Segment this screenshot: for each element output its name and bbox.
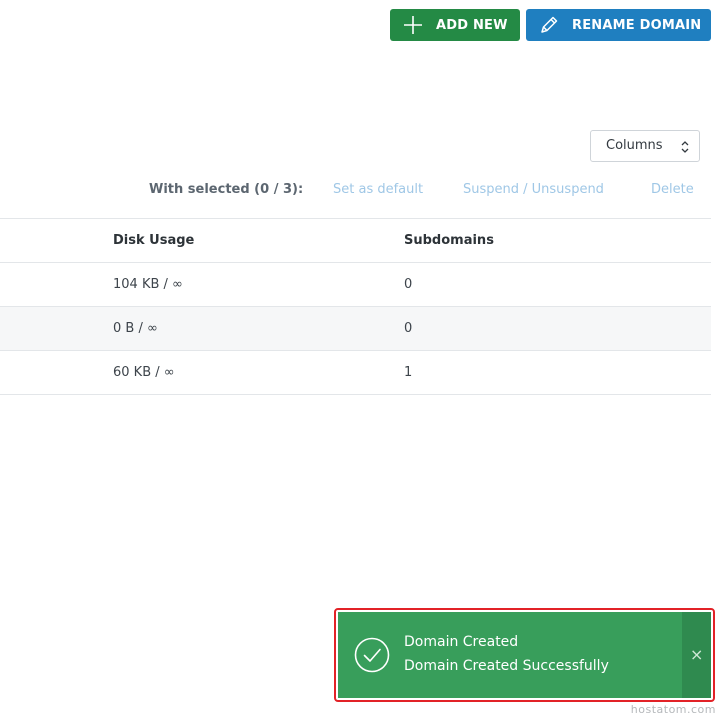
table-row[interactable]: 104 KB / ∞ 0 — [0, 263, 711, 307]
columns-select[interactable]: Columns — [590, 130, 700, 162]
add-new-label: ADD NEW — [436, 17, 508, 33]
toast-close-button[interactable]: × — [682, 612, 711, 698]
table-row[interactable]: 0 B / ∞ 0 — [0, 307, 711, 351]
page: ADD NEW RENAME DOMAIN Columns With selec… — [0, 0, 720, 719]
rename-domain-label: RENAME DOMAIN — [572, 17, 702, 33]
subdomains-cell: 1 — [404, 365, 413, 380]
subdomains-cell: 0 — [404, 321, 413, 336]
disk-usage-cell: 104 KB / ∞ — [113, 277, 183, 292]
table-row[interactable]: 60 KB / ∞ 1 — [0, 351, 711, 395]
watermark: hostatom.com — [630, 703, 716, 716]
disk-usage-cell: 0 B / ∞ — [113, 321, 158, 336]
column-header-subdomains[interactable]: Subdomains — [404, 233, 494, 248]
add-new-button[interactable]: ADD NEW — [390, 9, 520, 41]
columns-select-label: Columns — [606, 138, 663, 153]
rename-domain-button[interactable]: RENAME DOMAIN — [526, 9, 711, 41]
set-default-link[interactable]: Set as default — [333, 182, 423, 197]
domains-table: Disk Usage Subdomains 104 KB / ∞ 0 0 B /… — [0, 218, 711, 395]
updown-chevron-icon — [681, 141, 689, 153]
disk-usage-cell: 60 KB / ∞ — [113, 365, 175, 380]
check-circle-icon — [354, 637, 390, 673]
subdomains-cell: 0 — [404, 277, 413, 292]
suspend-unsuspend-link[interactable]: Suspend / Unsuspend — [463, 182, 604, 197]
toast-title: Domain Created — [404, 634, 519, 650]
bulk-selection-label: With selected (0 / 3): — [149, 182, 304, 197]
plus-icon — [404, 16, 422, 34]
close-icon: × — [690, 645, 704, 664]
table-header-row: Disk Usage Subdomains — [0, 218, 711, 263]
column-header-disk-usage[interactable]: Disk Usage — [113, 233, 194, 248]
success-toast: Domain Created Domain Created Successful… — [338, 612, 711, 698]
toast-message: Domain Created Successfully — [404, 658, 609, 674]
pencil-icon — [541, 16, 558, 33]
delete-link[interactable]: Delete — [651, 182, 694, 197]
